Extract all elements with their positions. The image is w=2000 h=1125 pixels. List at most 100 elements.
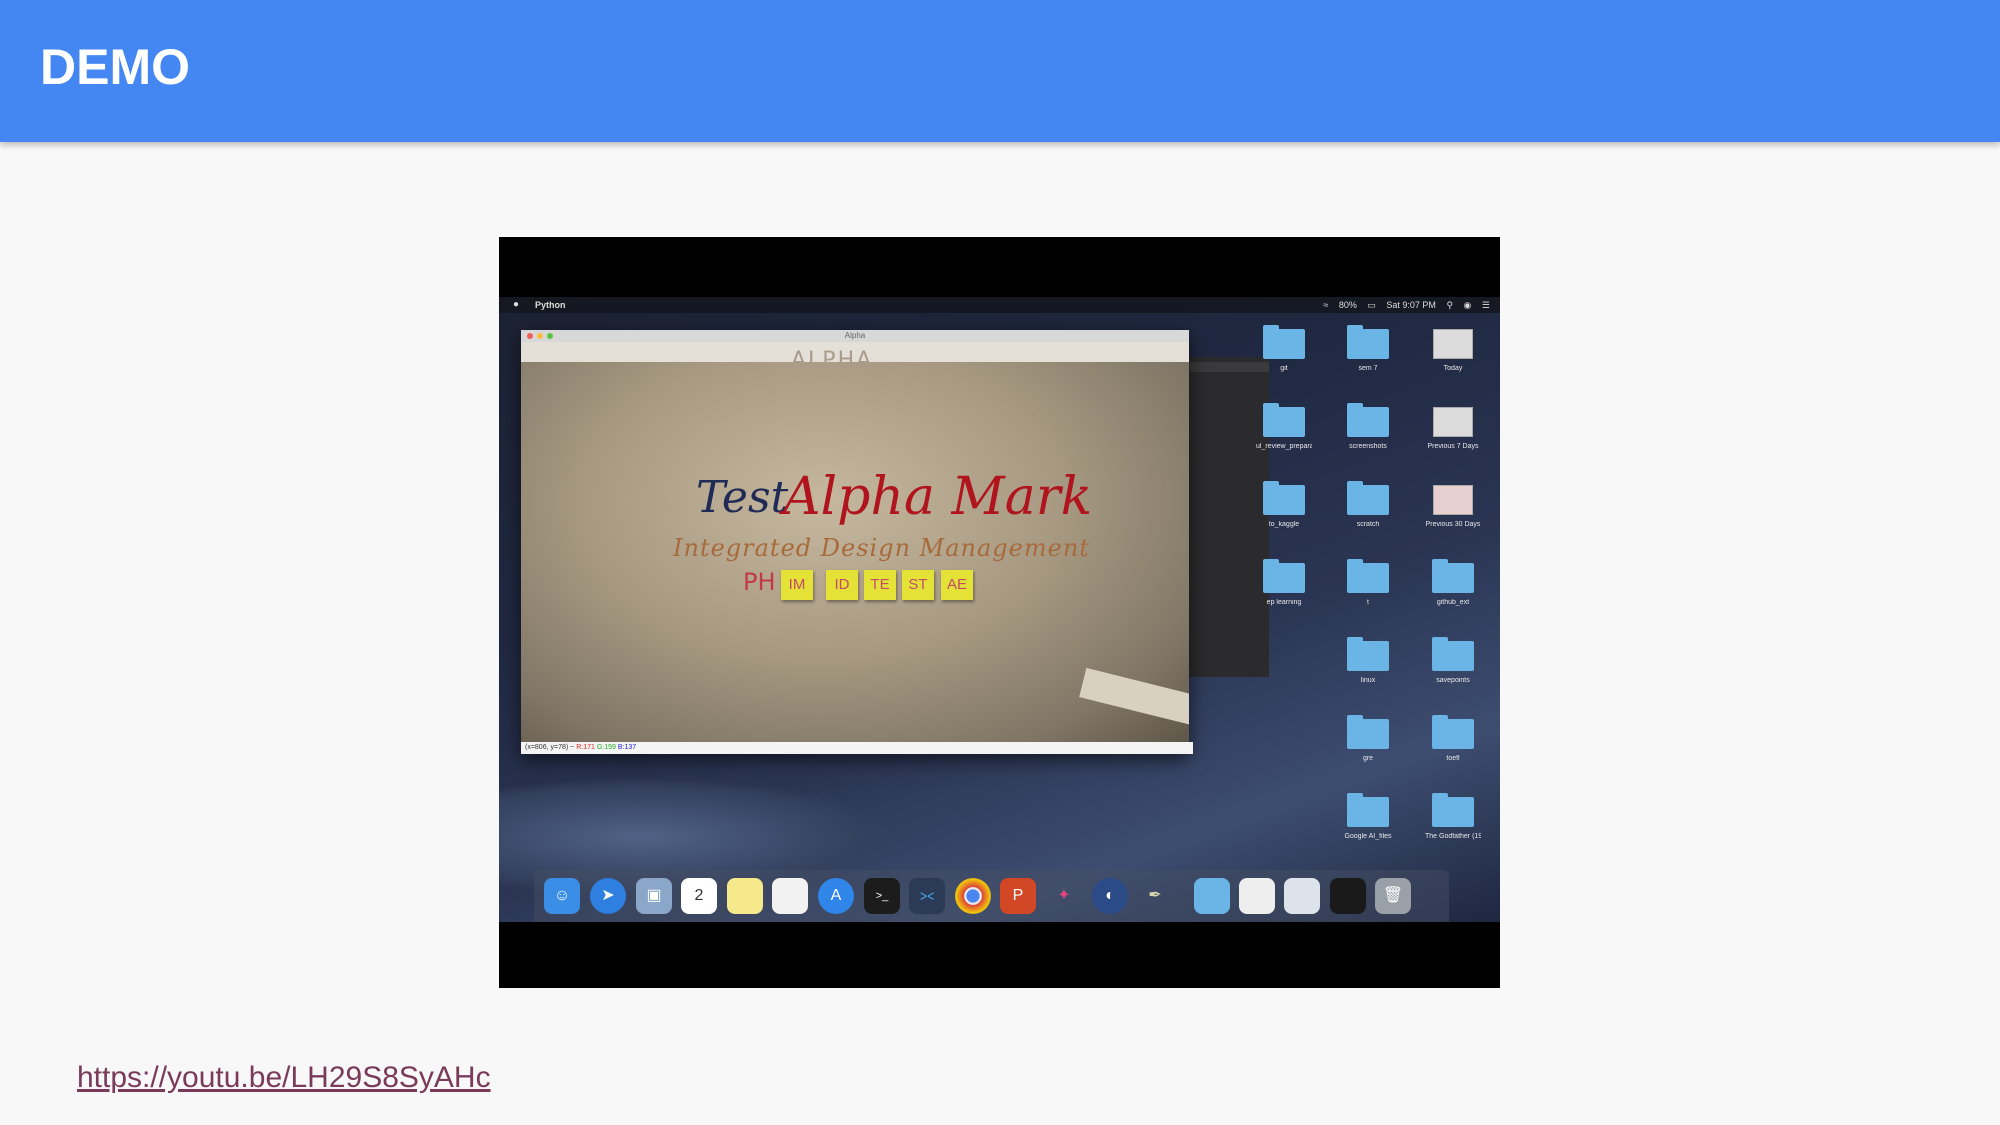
battery-percent[interactable]: 80% bbox=[1339, 300, 1357, 310]
folder-icon bbox=[1263, 325, 1305, 359]
folder-icon bbox=[1263, 403, 1305, 437]
sticky-note: AE bbox=[941, 570, 973, 600]
cursor-coords: (x=806, y=78) ~ bbox=[525, 744, 575, 751]
desktop-folder[interactable]: sem 7 bbox=[1340, 325, 1396, 373]
whiteboard-faint-text: ALPHA bbox=[791, 348, 874, 373]
folder-label: ep learning bbox=[1266, 599, 1302, 606]
folder-label: gre bbox=[1362, 755, 1374, 762]
desktop-document[interactable]: Previous 30 Days bbox=[1425, 485, 1481, 529]
document-thumbnail-icon bbox=[1433, 407, 1473, 437]
camera-feed-whiteboard: ALPHA Test Alpha Mark Integrated Design … bbox=[521, 342, 1189, 742]
trash-icon[interactable]: 🗑 bbox=[1375, 878, 1411, 914]
folder-icon bbox=[1347, 637, 1389, 671]
folder-icon bbox=[1347, 403, 1389, 437]
desktop-document[interactable]: Previous 7 Days bbox=[1425, 407, 1481, 451]
desktop-folder[interactable]: git bbox=[1256, 325, 1312, 373]
folder-label: Google AI_files bbox=[1344, 833, 1392, 840]
whiteboard-prefix: PH bbox=[743, 568, 776, 596]
dock-folder-icon[interactable] bbox=[1194, 878, 1230, 914]
folder-icon bbox=[1347, 481, 1389, 515]
pixel-red-value: R:171 bbox=[576, 744, 595, 751]
desktop-folder[interactable]: screenshots bbox=[1340, 403, 1396, 451]
whiteboard-test-text: Test bbox=[696, 472, 789, 523]
folder-icon bbox=[1432, 793, 1474, 827]
desktop-folder[interactable]: t bbox=[1340, 559, 1396, 607]
window-title: Alpha bbox=[844, 331, 866, 340]
desktop-folder[interactable]: ul_review_preparation bbox=[1256, 403, 1312, 451]
dock-document-icon[interactable] bbox=[1239, 878, 1275, 914]
desktop-folder[interactable]: The Godfather (1972) [1080p] bbox=[1425, 793, 1481, 841]
apple-icon[interactable]: ● bbox=[513, 297, 519, 313]
safari-icon[interactable]: ➤ bbox=[590, 878, 626, 914]
folder-label: The Godfather (1972) [1080p] bbox=[1425, 833, 1481, 840]
folder-icon bbox=[1347, 715, 1389, 749]
notification-center-icon[interactable]: ☰ bbox=[1482, 300, 1490, 310]
pixel-blue-value: B:137 bbox=[617, 744, 637, 751]
menubar-app-name[interactable]: Python bbox=[535, 297, 566, 313]
terminal-icon[interactable]: >_ bbox=[864, 878, 900, 914]
folder-icon bbox=[1347, 325, 1389, 359]
folder-label: t bbox=[1367, 599, 1369, 606]
mac-menubar: ● Python ≈ 80% ▭ Sat 9:07 PM ⚲ ◉ ☰ bbox=[499, 297, 1500, 313]
app-store-icon[interactable]: A bbox=[818, 878, 854, 914]
folder-label: ul_review_preparation bbox=[1256, 443, 1312, 450]
python-camera-window[interactable]: Alpha ALPHA Test Alpha Mark Integrated D… bbox=[521, 330, 1193, 754]
desktop-folder[interactable]: toefl bbox=[1425, 715, 1481, 763]
sticky-note: ST bbox=[902, 570, 934, 600]
notes-icon[interactable] bbox=[727, 878, 763, 914]
sticky-note: TE bbox=[864, 570, 896, 600]
chrome-icon[interactable] bbox=[955, 878, 991, 914]
mac-desktop-screen: ● Python ≈ 80% ▭ Sat 9:07 PM ⚲ ◉ ☰ Alpha bbox=[499, 297, 1500, 922]
desktop-folder[interactable]: to_kaggle bbox=[1256, 481, 1312, 529]
window-status-bar: (x=806, y=78) ~ R:171 G:159 B:137 bbox=[521, 742, 1193, 754]
desktop-folder[interactable]: gre bbox=[1340, 715, 1396, 763]
desktop-folder[interactable]: scratch bbox=[1340, 481, 1396, 529]
desktop-folder[interactable]: linux bbox=[1340, 637, 1396, 685]
folder-icon bbox=[1347, 559, 1389, 593]
folder-icon bbox=[1263, 559, 1305, 593]
vscode-icon[interactable]: ⪥ bbox=[909, 878, 945, 914]
sticky-note: ID bbox=[826, 570, 858, 600]
mac-dock: ☺ ➤ ▣ 2 A >_ ⪥ P ✦ ◐ ✒ 🗑 bbox=[534, 870, 1449, 922]
desktop-document[interactable]: Today bbox=[1425, 329, 1481, 373]
folder-icon bbox=[1432, 559, 1474, 593]
dock-screen-icon[interactable] bbox=[1330, 878, 1366, 914]
whiteboard-brand-text: Alpha Mark bbox=[783, 467, 1093, 527]
folder-label: linux bbox=[1360, 677, 1376, 684]
spotlight-search-icon[interactable]: ⚲ bbox=[1446, 300, 1453, 310]
folder-label: scratch bbox=[1356, 521, 1380, 528]
menubar-clock[interactable]: Sat 9:07 PM bbox=[1386, 300, 1436, 310]
document-thumbnail-icon bbox=[1433, 329, 1473, 359]
sticky-note: IM bbox=[781, 570, 813, 600]
folder-label: sem 7 bbox=[1358, 365, 1378, 372]
textedit-icon[interactable] bbox=[772, 878, 808, 914]
pen-tool-icon[interactable]: ✒ bbox=[1137, 878, 1173, 914]
preview-icon[interactable]: ▣ bbox=[636, 878, 672, 914]
whiteboard-subtitle: Integrated Design Management bbox=[673, 534, 1090, 562]
folder-icon bbox=[1432, 715, 1474, 749]
pixel-green-value: G:159 bbox=[596, 744, 616, 751]
desktop-folder[interactable]: github_ext bbox=[1425, 559, 1481, 607]
folder-label: git bbox=[1280, 365, 1288, 372]
folder-icon bbox=[1263, 481, 1305, 515]
folder-label: Previous 7 Days bbox=[1427, 443, 1479, 450]
document-thumbnail-icon bbox=[1433, 485, 1473, 515]
desktop-folder[interactable]: savepoints bbox=[1425, 637, 1481, 685]
dock-screenshot-icon[interactable] bbox=[1284, 878, 1320, 914]
video-link[interactable]: https://youtu.be/LH29S8SyAHc bbox=[77, 1061, 491, 1095]
slack-icon[interactable]: ✦ bbox=[1046, 878, 1082, 914]
window-titlebar[interactable]: Alpha bbox=[521, 330, 1189, 342]
calendar-icon[interactable]: 2 bbox=[681, 878, 717, 914]
desktop-folder[interactable]: Google AI_files bbox=[1340, 793, 1396, 841]
folder-label: github_ext bbox=[1436, 599, 1470, 606]
powerpoint-icon[interactable]: P bbox=[1000, 878, 1036, 914]
folder-label: savepoints bbox=[1436, 677, 1470, 684]
siri-icon[interactable]: ◉ bbox=[1464, 300, 1472, 310]
wifi-icon[interactable]: ≈ bbox=[1323, 300, 1328, 310]
demo-video-frame[interactable]: ● Python ≈ 80% ▭ Sat 9:07 PM ⚲ ◉ ☰ Alpha bbox=[499, 237, 1500, 988]
finder-icon[interactable]: ☺ bbox=[544, 878, 580, 914]
battery-icon[interactable]: ▭ bbox=[1367, 300, 1376, 310]
browser-icon[interactable]: ◐ bbox=[1092, 878, 1128, 914]
desktop-folder[interactable]: ep learning bbox=[1256, 559, 1312, 607]
folder-label: toefl bbox=[1446, 755, 1460, 762]
